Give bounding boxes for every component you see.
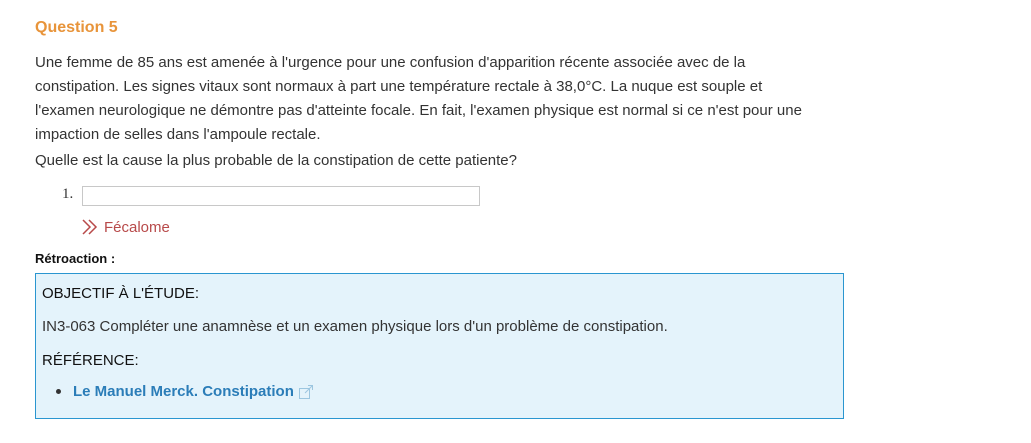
reference-item: Le Manuel Merck. Constipation [56,383,314,400]
question-body: Une femme de 85 ans est amenée à l'urgen… [35,54,802,143]
bullet-icon [56,389,61,394]
question-container: Question 5 Une femme de 85 ans est amené… [0,0,1031,443]
objective-heading: OBJECTIF À L'ÉTUDE: [42,285,200,302]
correct-answer-text: Fécalome [104,218,170,236]
answer-input[interactable] [82,186,480,206]
answer-number: 1. [62,186,74,202]
reference-list: Le Manuel Merck. Constipation [56,383,314,400]
feedback-label: Rétroaction : [35,251,116,266]
double-chevron-right-icon [80,217,100,237]
question-prompt: Quelle est la cause la plus probable de … [35,152,517,169]
objective-text: IN3-063 Compléter une anamnèse et un exa… [42,318,668,335]
feedback-box: OBJECTIF À L'ÉTUDE: IN3-063 Compléter un… [35,273,844,419]
reference-link[interactable]: Le Manuel Merck. Constipation [73,383,294,400]
external-link-icon[interactable] [298,384,314,400]
question-title: Question 5 [35,19,118,36]
reference-heading: RÉFÉRENCE: [42,352,139,369]
correct-answer: Fécalome [80,216,170,238]
